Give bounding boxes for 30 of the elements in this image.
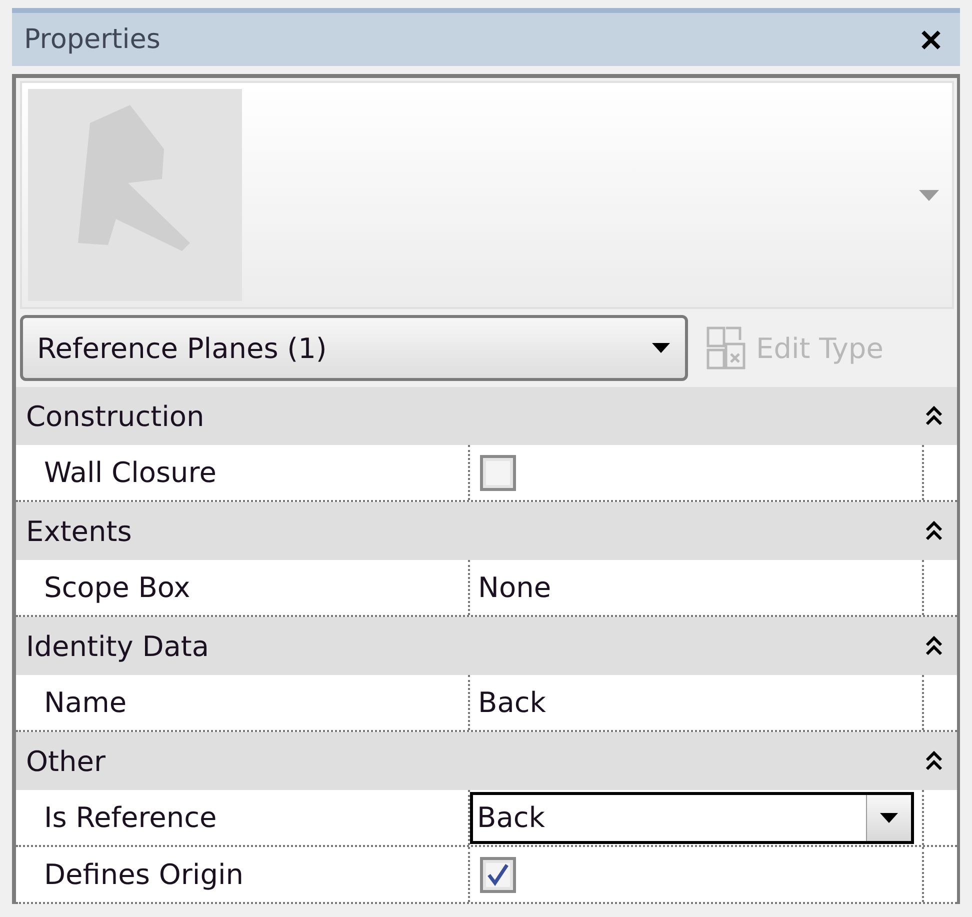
edit-type-icon [706, 326, 746, 370]
preview-icon [28, 89, 242, 301]
collapse-icon[interactable] [925, 406, 943, 426]
type-selector[interactable]: Reference Planes (1) [20, 315, 688, 381]
close-icon[interactable] [920, 28, 942, 50]
caret-icon [651, 342, 671, 354]
group-name: Identity Data [26, 630, 210, 662]
group-name: Construction [26, 400, 204, 432]
property-label: Defines Origin [44, 858, 244, 891]
group-name: Extents [26, 514, 132, 548]
property-label: Scope Box [44, 571, 190, 604]
group-header[interactable]: Extents [16, 502, 957, 560]
caret-icon[interactable] [918, 188, 940, 202]
group-name: Other [26, 744, 106, 778]
group-header[interactable]: Identity Data [16, 617, 957, 675]
collapse-icon[interactable] [925, 521, 943, 541]
checkbox[interactable] [480, 856, 516, 892]
property-label: Wall Closure [44, 456, 216, 489]
collapse-icon[interactable] [925, 751, 943, 771]
checkbox[interactable] [480, 454, 516, 490]
panel-title: Properties [24, 24, 160, 55]
group-header[interactable]: Other [16, 732, 957, 790]
value-text[interactable]: Back [478, 686, 546, 719]
property-label: Name [44, 686, 127, 719]
value-dropdown[interactable]: Back [470, 792, 914, 844]
group-header[interactable]: Construction [16, 387, 957, 445]
value-text[interactable]: None [478, 571, 552, 604]
property-label: Is Reference [44, 801, 217, 834]
collapse-icon[interactable] [925, 636, 943, 656]
caret-icon [879, 812, 899, 824]
